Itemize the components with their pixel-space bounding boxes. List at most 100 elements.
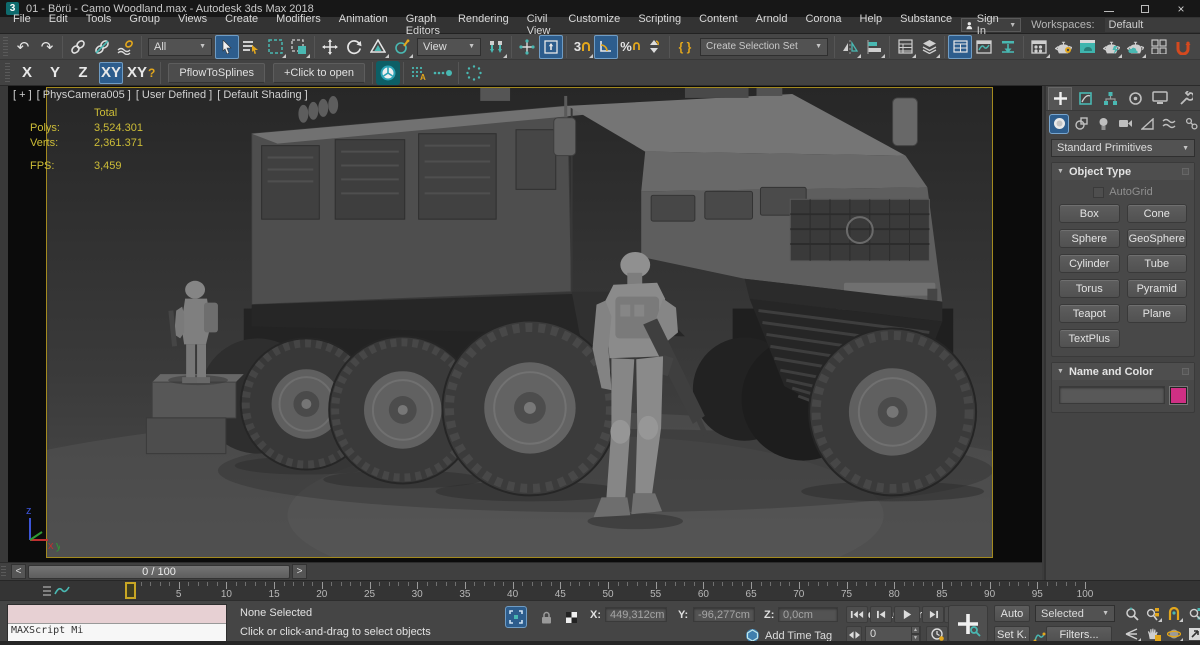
axis-x-button[interactable]: X xyxy=(15,62,39,84)
redo-button[interactable]: ↷ xyxy=(35,35,59,59)
render-production-button[interactable] xyxy=(1099,35,1123,59)
time-slider[interactable]: 0 / 100 xyxy=(28,565,290,579)
primitive-sphere-button[interactable]: Sphere xyxy=(1059,229,1120,248)
render-gallery-button[interactable] xyxy=(1147,35,1171,59)
pflowtosplines-button[interactable]: PflowToSplines xyxy=(168,63,265,83)
select-and-link-icon[interactable] xyxy=(66,35,90,59)
name-color-header[interactable]: ▼ Name and Color xyxy=(1052,363,1194,380)
close-button[interactable]: × xyxy=(1176,4,1186,14)
zoom-button[interactable] xyxy=(1122,604,1142,623)
field-of-view-button[interactable] xyxy=(1122,624,1142,643)
select-object-button[interactable] xyxy=(215,35,239,59)
mirror-button[interactable] xyxy=(838,35,862,59)
angle-snap-toggle[interactable] xyxy=(594,35,618,59)
maximize-viewport-toggle[interactable] xyxy=(1185,624,1200,643)
object-name-input[interactable] xyxy=(1059,386,1165,404)
viewport-menu-pov[interactable]: [ PhysCamera005 ] xyxy=(37,89,131,101)
zoom-extents-all-button[interactable] xyxy=(1185,604,1200,623)
schematic-view-button[interactable] xyxy=(996,35,1020,59)
viewport-menu-user[interactable]: [ User Defined ] xyxy=(136,89,212,101)
track-bar-ruler[interactable]: 0510152025303540455055606570758085909510… xyxy=(0,581,1200,601)
add-time-tag[interactable]: Add Time Tag xyxy=(745,628,832,643)
zoom-extents-button[interactable] xyxy=(1164,604,1184,623)
isolate-selection-toggle[interactable] xyxy=(505,606,527,628)
subtab-shapes[interactable] xyxy=(1071,114,1091,134)
rendered-frame-window-button[interactable] xyxy=(1075,35,1099,59)
previous-frame-button[interactable] xyxy=(870,606,892,623)
axis-xy-flyout-button[interactable]: XY? xyxy=(127,62,155,84)
primitive-plane-button[interactable]: Plane xyxy=(1127,304,1188,323)
primitive-cylinder-button[interactable]: Cylinder xyxy=(1059,254,1120,273)
subtab-lights[interactable] xyxy=(1093,114,1113,134)
subtab-cameras[interactable] xyxy=(1115,114,1135,134)
set-key-button[interactable]: Set K. xyxy=(994,626,1030,643)
selection-filter-dropdown[interactable]: All▼ xyxy=(148,38,212,56)
bind-to-space-warp-icon[interactable] xyxy=(114,35,138,59)
layer-explorer-button[interactable] xyxy=(917,35,941,59)
curve-editor-button[interactable] xyxy=(972,35,996,59)
track-bar[interactable]: 0510152025303540455055606570758085909510… xyxy=(0,580,1200,600)
render-in-cloud-button[interactable] xyxy=(1123,35,1147,59)
key-mode-toggle[interactable] xyxy=(846,626,862,643)
key-selection-dropdown[interactable]: Selected▼ xyxy=(1035,605,1115,622)
ribbon-toggle-button[interactable] xyxy=(948,35,972,59)
viewport-menu-general[interactable]: [ + ] xyxy=(13,89,32,101)
steering-wheel-icon[interactable] xyxy=(376,61,400,85)
object-type-header[interactable]: ▼ Object Type xyxy=(1052,163,1194,180)
macro-recorder-field[interactable] xyxy=(8,605,226,624)
primitive-geosphere-button[interactable]: GeoSphere xyxy=(1127,229,1188,248)
select-and-rotate-button[interactable] xyxy=(342,35,366,59)
toolbar-grip[interactable] xyxy=(1,566,6,578)
axis-xy-plane-button[interactable]: XY xyxy=(99,62,123,84)
use-pivot-point-center-button[interactable] xyxy=(484,35,508,59)
sign-in-button[interactable]: Sign In ▼ xyxy=(961,18,1021,32)
tab-create[interactable] xyxy=(1048,87,1072,110)
reference-coordinate-dropdown[interactable]: View▼ xyxy=(417,38,481,56)
tab-modify[interactable] xyxy=(1073,87,1097,110)
substance-swirl-icon[interactable] xyxy=(1171,35,1195,59)
edit-named-selection-sets-button[interactable]: { } xyxy=(673,35,697,59)
next-frame-arrow[interactable]: > xyxy=(292,564,307,579)
align-button[interactable] xyxy=(862,35,886,59)
key-filters-button[interactable]: Filters... xyxy=(1046,626,1112,643)
primitive-cone-button[interactable]: Cone xyxy=(1127,204,1188,223)
maxscript-listener-field[interactable]: MAXScript Mi xyxy=(8,624,226,641)
x-coordinate-field[interactable]: 449,312cm xyxy=(605,607,667,622)
tab-display[interactable] xyxy=(1148,87,1172,110)
tab-utilities[interactable] xyxy=(1173,87,1197,110)
set-keys-button[interactable] xyxy=(948,605,988,642)
orbit-button[interactable] xyxy=(1164,624,1184,643)
primitive-pyramid-button[interactable]: Pyramid xyxy=(1127,279,1188,298)
subtab-systems[interactable] xyxy=(1181,114,1200,134)
zoom-all-button[interactable] xyxy=(1143,604,1163,623)
pan-view-button[interactable] xyxy=(1143,624,1163,643)
select-and-scale-button[interactable] xyxy=(366,35,390,59)
select-by-name-button[interactable] xyxy=(239,35,263,59)
y-coordinate-field[interactable]: -96,277cm xyxy=(693,607,755,622)
unlink-selection-icon[interactable] xyxy=(90,35,114,59)
rollout-pin-icon[interactable] xyxy=(1182,368,1189,375)
go-to-start-button[interactable] xyxy=(846,606,868,623)
viewport-menu-shading[interactable]: [ Default Shading ] xyxy=(217,89,308,101)
primitive-textplus-button[interactable]: TextPlus xyxy=(1059,329,1120,348)
select-and-manipulate-button[interactable] xyxy=(515,35,539,59)
primitive-teapot-button[interactable]: Teapot xyxy=(1059,304,1120,323)
current-frame-marker[interactable] xyxy=(125,582,136,599)
window-crossing-toggle[interactable] xyxy=(287,35,311,59)
primitive-torus-button[interactable]: Torus xyxy=(1059,279,1120,298)
keyboard-shortcut-override-toggle[interactable] xyxy=(539,35,563,59)
maxscript-mini-listener[interactable]: MAXScript Mi xyxy=(7,604,227,642)
primitive-category-dropdown[interactable]: Standard Primitives▼ xyxy=(1051,139,1195,157)
undo-button[interactable]: ↶ xyxy=(11,35,35,59)
auto-key-button[interactable]: Auto xyxy=(994,605,1030,622)
next-frame-button[interactable] xyxy=(922,606,944,623)
workspace-dropdown[interactable]: Default ▼ xyxy=(1105,18,1200,32)
scene-explorer-button[interactable] xyxy=(893,35,917,59)
toolbar-grip[interactable] xyxy=(3,37,8,57)
autogrid-checkbox[interactable] xyxy=(1093,187,1104,198)
spinner-snap-toggle[interactable] xyxy=(642,35,666,59)
subtab-geometry[interactable] xyxy=(1049,114,1069,134)
play-button[interactable] xyxy=(894,606,920,623)
primitive-tube-button[interactable]: Tube xyxy=(1127,254,1188,273)
absolute-offset-mode-toggle[interactable] xyxy=(560,606,582,628)
